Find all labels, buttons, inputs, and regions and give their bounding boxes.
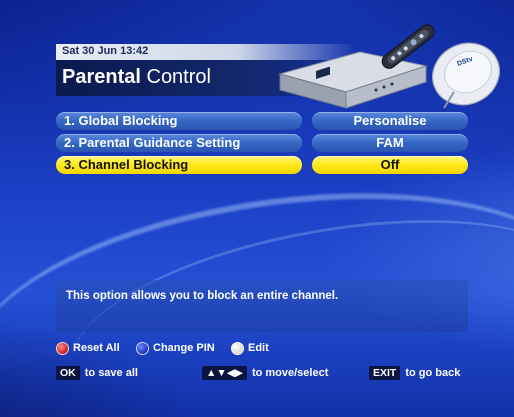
info-text: This option allows you to block an entir… (66, 290, 339, 302)
red-button-icon (56, 341, 69, 355)
color-key-bar: Reset All Change PIN Edit (56, 340, 476, 356)
arrow-keys-chip: ▲▼◀▶ (202, 366, 247, 380)
hint-ok: OK to save all (56, 366, 138, 380)
menu-value-channel-blocking[interactable]: Off (312, 156, 468, 174)
page-title: Parental Control (62, 66, 211, 89)
hint-navigate: ▲▼◀▶ to move/select (202, 366, 328, 380)
menu-item-channel-blocking[interactable]: 3. Channel Blocking (56, 156, 302, 174)
blue-button-icon (136, 341, 149, 355)
menu-item-global-blocking[interactable]: 1. Global Blocking (56, 112, 302, 130)
date-time: Sat 30 Jun 13:42 (62, 45, 149, 57)
hint-exit-text: to go back (405, 367, 461, 379)
menu-value-global-blocking[interactable]: Personalise (312, 112, 468, 130)
edit-key[interactable]: Edit (231, 340, 269, 356)
decoder-with-remote-and-dish-icon: DStv (278, 24, 500, 109)
page-title-bold: Parental (62, 66, 141, 88)
footer-hints: OK to save all ▲▼◀▶ to move/select EXIT … (56, 366, 476, 382)
hint-ok-text: to save all (84, 367, 138, 379)
white-button-icon (231, 341, 244, 355)
menu-item-parental-guidance[interactable]: 2. Parental Guidance Setting (56, 134, 302, 152)
hint-navigate-text: to move/select (251, 367, 329, 379)
edit-label: Edit (248, 342, 269, 354)
menu-value-parental-guidance[interactable]: FAM (312, 134, 468, 152)
reset-all-label: Reset All (73, 342, 120, 354)
page-title-rest: Control (140, 66, 211, 88)
change-pin-key[interactable]: Change PIN (136, 340, 215, 356)
reset-all-key[interactable]: Reset All (56, 340, 120, 356)
ok-key-chip: OK (56, 366, 80, 380)
exit-key-chip: EXIT (369, 366, 401, 380)
change-pin-label: Change PIN (153, 342, 215, 354)
info-panel: This option allows you to block an entir… (56, 280, 468, 332)
hint-exit: EXIT to go back (369, 366, 460, 380)
